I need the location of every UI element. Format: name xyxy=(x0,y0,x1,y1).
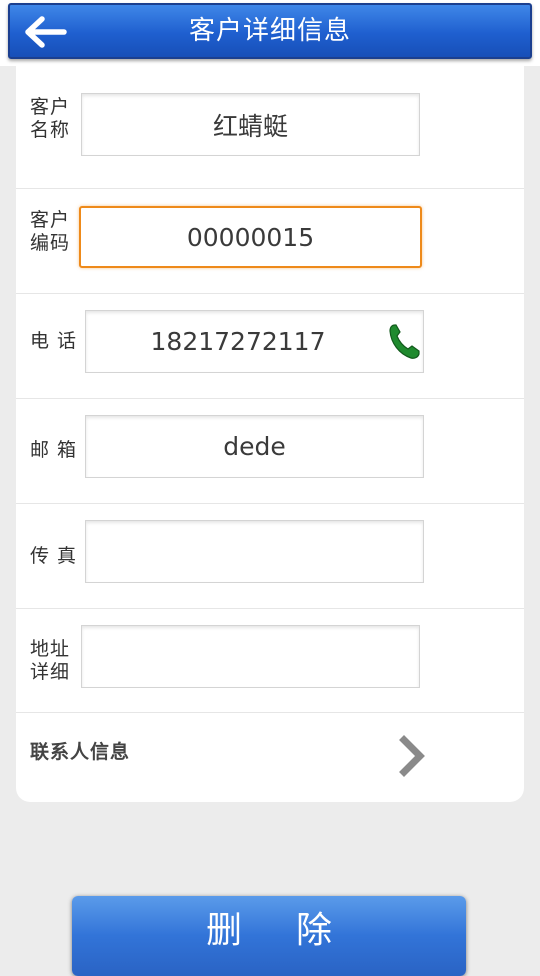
phone-icon[interactable] xyxy=(387,321,421,361)
customer-detail-card: 客户名称 客户编码 电 话 邮 箱 传 真 地址详细 联系人信息 xyxy=(16,66,524,802)
title-bar: 客户详细信息 xyxy=(8,3,532,59)
fax-row: 传 真 xyxy=(16,504,524,609)
address-field[interactable] xyxy=(81,625,420,688)
chevron-right-icon xyxy=(399,735,425,777)
page-title: 客户详细信息 xyxy=(188,16,351,46)
phone-label: 电 话 xyxy=(30,330,78,352)
phone-field[interactable] xyxy=(86,311,390,372)
contact-info-row[interactable]: 联系人信息 xyxy=(16,713,524,793)
customer-name-row: 客户 名称 xyxy=(16,66,524,189)
customer-code-label: 客户 编码 xyxy=(30,209,71,254)
app-header: 客户详细信息 xyxy=(0,0,540,66)
fax-label: 传 真 xyxy=(30,545,78,567)
address-row: 地址 详细 xyxy=(16,609,524,713)
delete-button[interactable]: 删除 xyxy=(72,896,466,976)
customer-code-row: 客户 编码 xyxy=(16,189,524,294)
customer-code-field[interactable] xyxy=(79,206,422,268)
customer-name-field[interactable] xyxy=(81,93,420,156)
phone-row: 电 话 xyxy=(16,294,524,399)
fax-field[interactable] xyxy=(85,520,424,583)
address-label: 地址 详细 xyxy=(30,638,71,683)
contact-info-label: 联系人信息 xyxy=(30,741,131,763)
phone-field-wrap xyxy=(85,310,424,373)
email-row: 邮 箱 xyxy=(16,399,524,504)
customer-name-label: 客户 名称 xyxy=(30,96,71,141)
email-label: 邮 箱 xyxy=(30,439,78,461)
email-field[interactable] xyxy=(85,415,424,478)
